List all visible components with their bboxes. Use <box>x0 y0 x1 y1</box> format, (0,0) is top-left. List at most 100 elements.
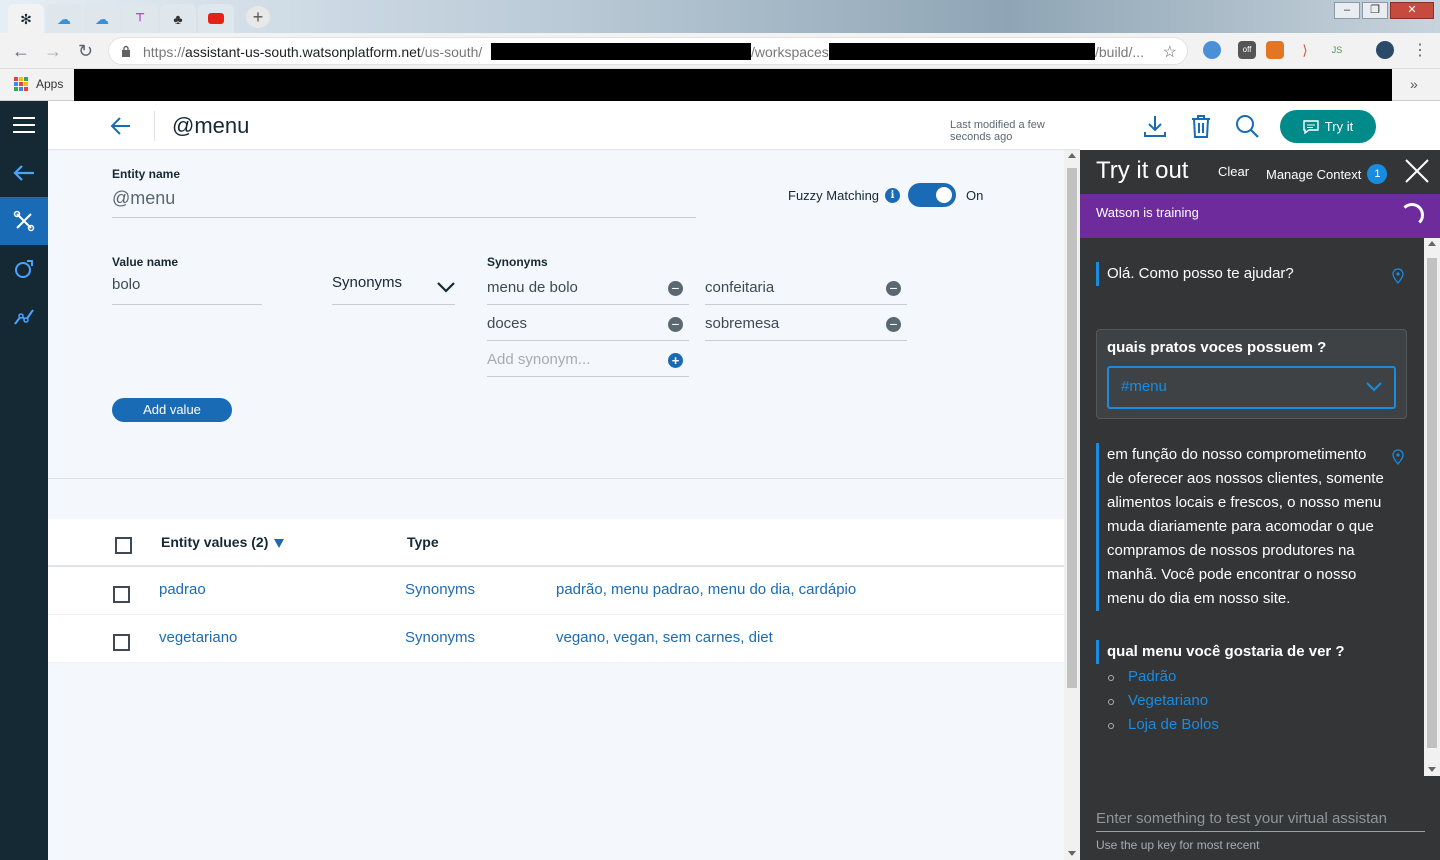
browser-forward-icon[interactable]: → <box>44 41 62 61</box>
bookmarks-overflow-icon[interactable]: » <box>1410 76 1418 92</box>
row-checkbox[interactable] <box>113 586 130 603</box>
type-dropdown[interactable]: Synonyms <box>332 274 455 305</box>
value-name-label: Value name <box>112 255 179 269</box>
try-it-label: Try it <box>1324 119 1354 134</box>
build-icon[interactable] <box>0 197 48 245</box>
column-entity-values[interactable]: Entity values (2) <box>161 534 285 550</box>
row-value-name[interactable]: padrao <box>159 581 206 598</box>
type-dropdown-value: Synonyms <box>332 274 403 291</box>
synonym-field[interactable]: menu de bolo − <box>487 275 689 305</box>
value-name-value: bolo <box>112 276 141 293</box>
scroll-up-icon[interactable] <box>1068 153 1076 158</box>
remove-synonym-icon[interactable]: − <box>886 281 901 296</box>
remove-synonym-icon[interactable]: − <box>668 281 683 296</box>
lock-icon <box>122 45 130 57</box>
select-all-checkbox[interactable] <box>115 537 132 554</box>
scroll-thumb[interactable] <box>1067 168 1077 688</box>
input-hint: Use the up key for most recent <box>1096 838 1260 852</box>
location-pin-icon[interactable] <box>1392 268 1404 284</box>
row-synonyms: vegano, vegan, sem carnes, diet <box>556 629 773 646</box>
try-it-button[interactable]: Try it <box>1280 110 1376 143</box>
url-scheme: https:// <box>143 44 186 60</box>
option-item[interactable]: Loja de Bolos <box>1108 713 1219 737</box>
url-text-build: /build/... <box>1095 44 1144 60</box>
page-title: @menu <box>172 113 250 138</box>
extension-icon[interactable] <box>1203 41 1221 59</box>
browser-back-icon[interactable]: ← <box>12 41 30 61</box>
bee-icon: ✻ <box>20 10 32 27</box>
redacted-block <box>829 43 1095 60</box>
fuzzy-matching-toggle[interactable] <box>908 183 957 207</box>
clear-button[interactable]: Clear <box>1218 164 1249 179</box>
section-divider <box>48 478 1064 479</box>
add-synonym-input[interactable]: Add synonym... + <box>487 347 689 377</box>
row-checkbox[interactable] <box>113 634 130 651</box>
browser-tab-cloud-2[interactable]: ☁ <box>84 4 120 33</box>
browser-tab-watson[interactable]: ✻ <box>8 4 44 33</box>
hamburger-menu-icon[interactable] <box>0 101 48 149</box>
add-value-button[interactable]: Add value <box>112 398 232 422</box>
option-item[interactable]: Padrão <box>1108 665 1219 689</box>
table-row[interactable]: vegetariano Synonyms vegano, vegan, sem … <box>48 615 1064 663</box>
download-icon[interactable] <box>1142 113 1168 139</box>
info-icon[interactable]: i <box>885 187 901 203</box>
extension-js-icon[interactable]: JS <box>1328 41 1346 59</box>
scroll-up-icon[interactable] <box>1428 241 1436 246</box>
url-segment: /us-south/ <box>420 44 483 60</box>
synonym-field[interactable]: confeitaria − <box>705 275 907 305</box>
delete-icon[interactable] <box>1188 113 1214 139</box>
address-bar[interactable]: https://assistant-us-south.watsonplatfor… <box>108 37 1188 65</box>
maximize-button[interactable]: ❐ <box>1362 2 1388 19</box>
improve-icon[interactable] <box>0 245 48 293</box>
intent-dropdown[interactable]: #menu <box>1107 366 1396 409</box>
back-to-skills-icon[interactable] <box>0 149 48 197</box>
scroll-thumb[interactable] <box>1427 258 1437 748</box>
add-synonym-icon[interactable]: + <box>668 353 683 368</box>
panel-title: Try it out <box>1096 157 1189 184</box>
browser-tab-tf[interactable]: ⊤ <box>122 4 158 33</box>
value-name-input[interactable]: bolo <box>112 276 262 305</box>
bookmark-star-icon[interactable]: ☆ <box>1163 42 1177 62</box>
back-arrow-icon[interactable] <box>110 115 132 137</box>
search-icon[interactable] <box>1234 113 1260 139</box>
remove-synonym-icon[interactable]: − <box>886 317 901 332</box>
manage-context-button[interactable]: Manage Context 1 <box>1266 164 1388 184</box>
new-tab-button[interactable]: + <box>246 6 270 28</box>
test-message-input[interactable]: Enter something to test your virtual ass… <box>1096 798 1425 832</box>
analytics-icon[interactable] <box>0 293 48 341</box>
bot-question: qual menu você gostaria de ver ? <box>1096 640 1345 664</box>
reload-icon[interactable]: ↻ <box>78 41 93 61</box>
browser-tab-chart[interactable]: ♣ <box>160 4 196 33</box>
browser-tab-youtube[interactable] <box>198 4 234 33</box>
synonym-field[interactable]: sobremesa − <box>705 311 907 341</box>
entity-name-label: Entity name <box>112 167 181 181</box>
row-value-name[interactable]: vegetariano <box>159 629 237 646</box>
synonym-text: menu de bolo <box>487 279 578 296</box>
browser-menu-icon[interactable]: ⋮ <box>1412 41 1428 61</box>
training-banner: Watson is training <box>1080 194 1440 238</box>
bot-message: em função do nosso comprometimento de of… <box>1096 443 1386 611</box>
synonym-field[interactable]: doces − <box>487 311 689 341</box>
entity-name-input[interactable]: @menu <box>112 188 696 218</box>
option-item[interactable]: Vegetariano <box>1108 689 1219 713</box>
apps-shortcut[interactable]: Apps <box>14 77 63 91</box>
browser-tab-cloud-1[interactable]: ☁ <box>46 4 82 33</box>
chevron-down-icon <box>437 282 455 293</box>
apps-label: Apps <box>36 77 64 91</box>
panel-scrollbar[interactable] <box>1424 238 1440 776</box>
minimize-button[interactable]: – <box>1334 2 1360 19</box>
row-type: Synonyms <box>405 629 476 646</box>
profile-avatar[interactable] <box>1376 41 1394 59</box>
remove-synonym-icon[interactable]: − <box>668 317 683 332</box>
close-window-button[interactable]: ✕ <box>1390 2 1434 19</box>
sort-descending-icon <box>274 538 285 548</box>
table-row[interactable]: padrao Synonyms padrão, menu padrao, men… <box>48 567 1064 615</box>
main-scrollbar[interactable] <box>1064 150 1080 860</box>
scroll-down-icon[interactable] <box>1428 767 1436 772</box>
extension-arrow-icon[interactable]: ⟩ <box>1296 41 1314 59</box>
location-pin-icon[interactable] <box>1392 449 1404 465</box>
close-icon[interactable] <box>1404 158 1430 184</box>
extension-off-icon[interactable]: off <box>1238 41 1256 59</box>
scroll-down-icon[interactable] <box>1068 851 1076 856</box>
metamask-icon[interactable] <box>1266 41 1284 59</box>
